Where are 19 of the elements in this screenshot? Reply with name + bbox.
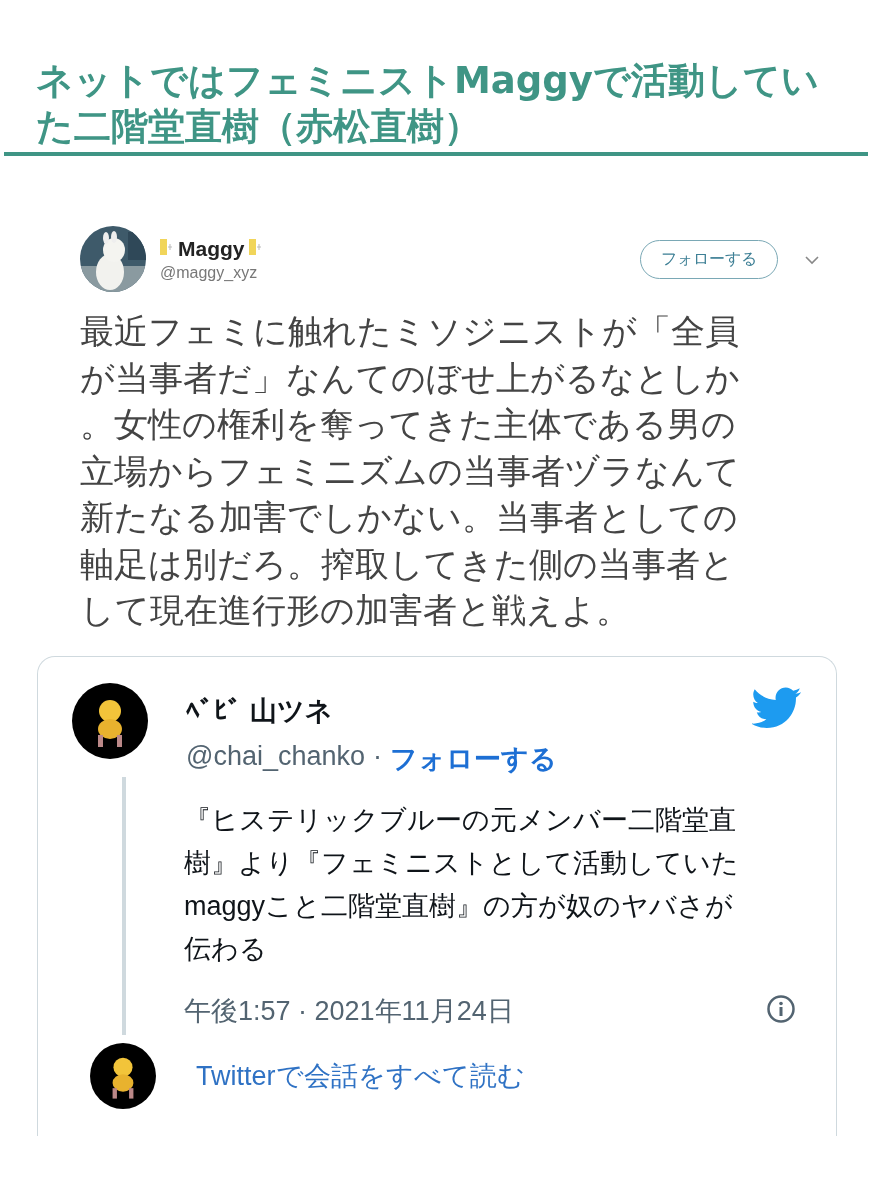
bird-icon[interactable] xyxy=(752,687,802,729)
user-name: ﾍﾞﾋﾞ 山ツネ xyxy=(186,695,333,728)
follow-link[interactable]: フォローする xyxy=(390,741,558,777)
avatar-icon[interactable] xyxy=(90,1043,156,1109)
info-icon[interactable] xyxy=(766,994,796,1024)
sparkle-icon xyxy=(248,237,263,256)
tweet-text: 最近フェミに触れたミソジニストが「全員が当事者だ」なんてのぼせ上がるなとしか。女性の権利を奪ってきた主体である男の立場からフェミニズムの当事者ヅラなんて新たなる加害でしかない。当事者としての軸足は別だろ。搾取してきた側の当事者として現在進行形の加害者と戦えよ。 xyxy=(80,310,741,632)
timestamp[interactable]: 午後1:57 · 2021年11月24日 xyxy=(184,993,514,1029)
user-handle: @chai_chanko xyxy=(186,741,366,773)
user-name: Maggy xyxy=(178,236,245,261)
follow-button[interactable]: フォローする xyxy=(640,239,778,279)
user-handle: @maggy_xyz xyxy=(160,263,259,282)
sparkle-icon xyxy=(160,237,174,256)
tweet-text: 『ヒステリックブルーの元メンバー二階堂直樹』より『フェミニストとして活動していたmaggyこと二階堂直樹』の方が奴のヤバさが伝わる xyxy=(184,804,740,966)
article-heading: ネットではフェミニストMaggyで活動していた二階堂直樹（赤松直樹） xyxy=(36,58,820,150)
avatar-icon[interactable] xyxy=(72,683,148,759)
read-conversation-link[interactable]: Twitterで会話をすべて読む xyxy=(196,1058,525,1094)
chevron-down-icon[interactable] xyxy=(804,254,820,265)
separator-dot: · xyxy=(373,741,383,773)
